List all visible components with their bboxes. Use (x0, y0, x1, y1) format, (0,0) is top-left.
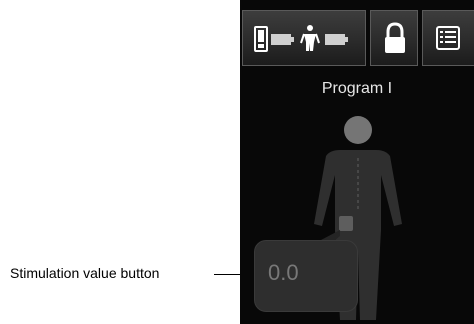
device-screen: Program I 0.0 (240, 0, 474, 324)
stimulation-value: 0.0 (268, 260, 299, 285)
implant-location-marker (339, 216, 353, 231)
callout-label: Stimulation value button (10, 265, 160, 281)
body-figure-head (344, 116, 372, 144)
